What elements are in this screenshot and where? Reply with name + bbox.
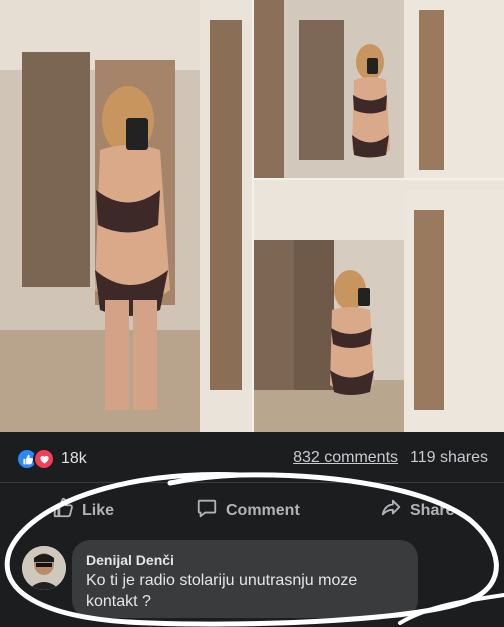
comment-bubble[interactable]: Denijal Denči Ko ti je radio stolariju u… [72, 540, 418, 618]
photo-collage[interactable] [0, 0, 504, 432]
love-reaction-icon [33, 448, 55, 470]
share-button-label: Share [410, 501, 455, 519]
thumbs-up-icon [52, 497, 74, 524]
comment-author[interactable]: Denijal Denči [86, 552, 174, 568]
share-button[interactable]: Share [380, 497, 454, 524]
comment-button-label: Comment [226, 501, 300, 519]
comment-button[interactable]: Comment [196, 497, 300, 524]
post-action-bar: Like Comment Share [0, 482, 504, 535]
photo-main[interactable] [0, 0, 252, 432]
reaction-summary[interactable]: 18k [16, 448, 87, 470]
photo-bottom-right[interactable] [254, 180, 504, 432]
reaction-count[interactable]: 18k [61, 450, 87, 468]
comment-text: Ko ti je radio stolariju unutrasnju moze… [86, 572, 358, 610]
comment-section: Denijal Denči Ko ti je radio stolariju u… [0, 534, 504, 627]
like-button[interactable]: Like [52, 497, 114, 524]
shares-count[interactable]: 119 shares [410, 449, 488, 467]
post-stats-bar: 18k 832 comments 119 shares [0, 432, 504, 482]
comment-icon [196, 497, 218, 524]
photo-top-right[interactable] [254, 0, 504, 178]
share-icon [380, 497, 402, 524]
like-button-label: Like [82, 501, 115, 519]
comments-count[interactable]: 832 comments [293, 449, 398, 467]
avatar[interactable] [22, 546, 66, 590]
